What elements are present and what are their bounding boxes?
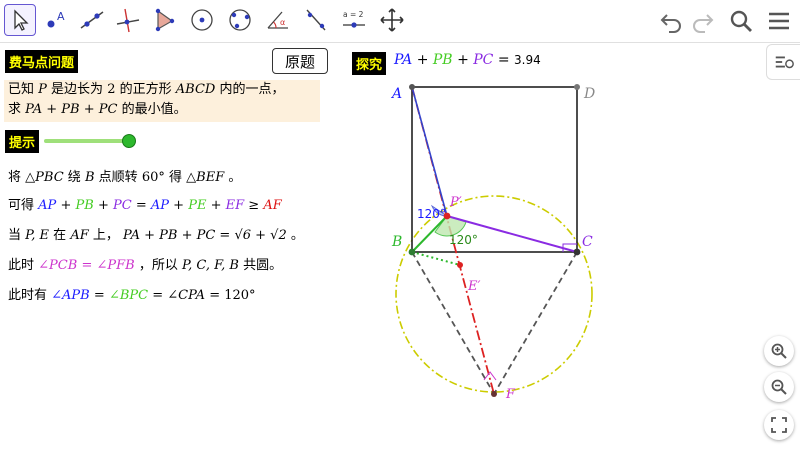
algebra-view-toggle[interactable]: [766, 44, 800, 80]
label-B: B: [391, 234, 402, 250]
label-A: A: [390, 86, 402, 102]
label-C: C: [582, 234, 593, 250]
circumcircle: [395, 195, 593, 393]
zoom-in-icon: [771, 343, 787, 359]
label-D: D: [583, 86, 595, 102]
geometry-canvas[interactable]: A D B C P′ E′ F 120° 120°: [0, 0, 800, 450]
algebra-view-icon: [775, 56, 794, 69]
zoom-out-icon: [771, 379, 787, 395]
angle-label-APB: 120°: [417, 207, 446, 221]
label-F: F: [505, 387, 516, 402]
zoom-in-button[interactable]: [764, 336, 794, 366]
point-C[interactable]: [573, 248, 581, 256]
angle-label-BPC: 120°: [449, 233, 478, 247]
point-F[interactable]: [491, 391, 497, 397]
point-E[interactable]: [457, 262, 463, 268]
segment-BF: [411, 251, 495, 395]
label-P: P′: [449, 195, 462, 210]
fullscreen-icon: [771, 417, 787, 433]
segment-CF: [493, 251, 578, 395]
fullscreen-button[interactable]: [764, 410, 794, 440]
point-D[interactable]: [574, 84, 580, 90]
segment-PA: [411, 86, 448, 217]
label-E: E′: [467, 279, 480, 294]
zoom-out-button[interactable]: [764, 372, 794, 402]
point-A[interactable]: [409, 84, 415, 90]
point-B[interactable]: [408, 248, 416, 256]
